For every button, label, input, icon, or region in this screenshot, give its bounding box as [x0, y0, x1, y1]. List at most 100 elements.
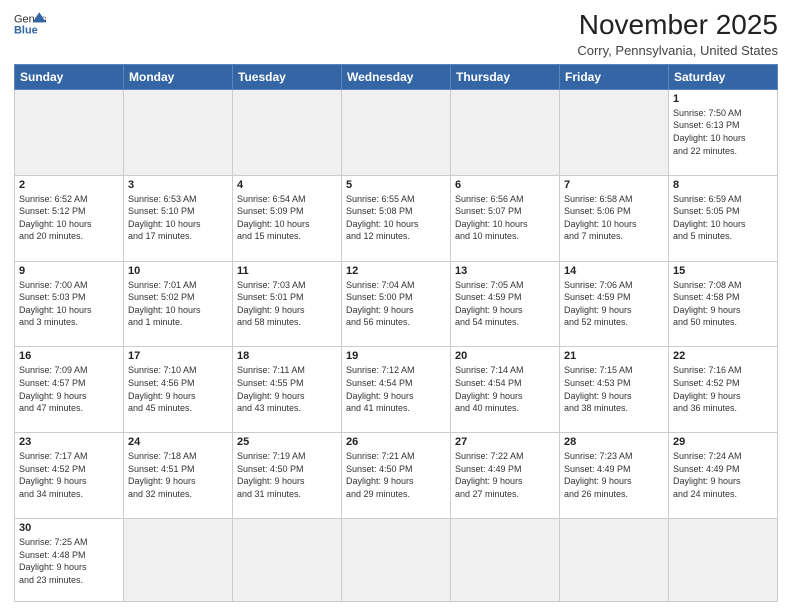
day-number: 2: [19, 179, 119, 191]
calendar-cell: [233, 519, 342, 602]
calendar-week-row: 16 Sunrise: 7:09 AM Sunset: 4:57 PM Dayli…: [15, 347, 778, 433]
calendar-cell: 30 Sunrise: 7:25 AM Sunset: 4:48 PM Dayli…: [15, 519, 124, 602]
calendar-cell: 9 Sunrise: 7:00 AM Sunset: 5:03 PM Daylig…: [15, 261, 124, 347]
calendar-header-friday: Friday: [560, 64, 669, 89]
day-info: Sunrise: 6:52 AM Sunset: 5:12 PM Dayligh…: [19, 193, 119, 243]
day-info: Sunrise: 7:15 AM Sunset: 4:53 PM Dayligh…: [564, 364, 664, 414]
day-number: 21: [564, 350, 664, 362]
day-number: 9: [19, 265, 119, 277]
calendar-cell: [560, 89, 669, 175]
day-number: 22: [673, 350, 773, 362]
day-info: Sunrise: 7:03 AM Sunset: 5:01 PM Dayligh…: [237, 279, 337, 329]
calendar-cell: 13 Sunrise: 7:05 AM Sunset: 4:59 PM Dayli…: [451, 261, 560, 347]
day-info: Sunrise: 7:05 AM Sunset: 4:59 PM Dayligh…: [455, 279, 555, 329]
calendar-cell: 21 Sunrise: 7:15 AM Sunset: 4:53 PM Dayli…: [560, 347, 669, 433]
calendar-cell: 7 Sunrise: 6:58 AM Sunset: 5:06 PM Daylig…: [560, 175, 669, 261]
calendar-cell: [15, 89, 124, 175]
logo: General Blue: [14, 10, 46, 38]
generalblue-logo-icon: General Blue: [14, 10, 46, 38]
calendar-cell: [560, 519, 669, 602]
day-number: 18: [237, 350, 337, 362]
day-number: 29: [673, 436, 773, 448]
day-number: 27: [455, 436, 555, 448]
calendar-week-row: 23 Sunrise: 7:17 AM Sunset: 4:52 PM Dayli…: [15, 433, 778, 519]
day-number: 23: [19, 436, 119, 448]
day-info: Sunrise: 7:18 AM Sunset: 4:51 PM Dayligh…: [128, 450, 228, 500]
calendar-cell: 5 Sunrise: 6:55 AM Sunset: 5:08 PM Daylig…: [342, 175, 451, 261]
day-info: Sunrise: 7:00 AM Sunset: 5:03 PM Dayligh…: [19, 279, 119, 329]
day-info: Sunrise: 7:22 AM Sunset: 4:49 PM Dayligh…: [455, 450, 555, 500]
calendar-cell: 24 Sunrise: 7:18 AM Sunset: 4:51 PM Dayli…: [124, 433, 233, 519]
calendar-week-row: 2 Sunrise: 6:52 AM Sunset: 5:12 PM Daylig…: [15, 175, 778, 261]
day-info: Sunrise: 6:56 AM Sunset: 5:07 PM Dayligh…: [455, 193, 555, 243]
day-number: 20: [455, 350, 555, 362]
calendar-cell: 20Sunrise: 7:14 AM Sunset: 4:54 PM Dayli…: [451, 347, 560, 433]
calendar-cell: [233, 89, 342, 175]
day-info: Sunrise: 7:04 AM Sunset: 5:00 PM Dayligh…: [346, 279, 446, 329]
header: General Blue November 2025 Corry, Pennsy…: [14, 10, 778, 58]
day-number: 3: [128, 179, 228, 191]
day-number: 7: [564, 179, 664, 191]
day-number: 16: [19, 350, 119, 362]
day-number: 15: [673, 265, 773, 277]
calendar-cell: [451, 89, 560, 175]
calendar-cell: 19 Sunrise: 7:12 AM Sunset: 4:54 PM Dayli…: [342, 347, 451, 433]
calendar-week-row: 1Sunrise: 7:50 AM Sunset: 6:13 PM Daylig…: [15, 89, 778, 175]
day-info: Sunrise: 7:11 AM Sunset: 4:55 PM Dayligh…: [237, 364, 337, 414]
calendar-cell: 26 Sunrise: 7:21 AM Sunset: 4:50 PM Dayli…: [342, 433, 451, 519]
calendar-cell: 27 Sunrise: 7:22 AM Sunset: 4:49 PM Dayli…: [451, 433, 560, 519]
day-info: Sunrise: 7:25 AM Sunset: 4:48 PM Dayligh…: [19, 536, 119, 586]
calendar-cell: 2 Sunrise: 6:52 AM Sunset: 5:12 PM Daylig…: [15, 175, 124, 261]
calendar-cell: 16 Sunrise: 7:09 AM Sunset: 4:57 PM Dayli…: [15, 347, 124, 433]
day-info: Sunrise: 7:12 AM Sunset: 4:54 PM Dayligh…: [346, 364, 446, 414]
day-number: 19: [346, 350, 446, 362]
calendar-cell: [124, 89, 233, 175]
day-info: Sunrise: 6:58 AM Sunset: 5:06 PM Dayligh…: [564, 193, 664, 243]
day-info: Sunrise: 7:09 AM Sunset: 4:57 PM Dayligh…: [19, 364, 119, 414]
day-number: 6: [455, 179, 555, 191]
day-info: Sunrise: 7:01 AM Sunset: 5:02 PM Dayligh…: [128, 279, 228, 329]
calendar-cell: 11Sunrise: 7:03 AM Sunset: 5:01 PM Dayli…: [233, 261, 342, 347]
day-number: 17: [128, 350, 228, 362]
calendar-cell: 6 Sunrise: 6:56 AM Sunset: 5:07 PM Daylig…: [451, 175, 560, 261]
page: General Blue November 2025 Corry, Pennsy…: [0, 0, 792, 612]
day-number: 4: [237, 179, 337, 191]
day-info: Sunrise: 7:06 AM Sunset: 4:59 PM Dayligh…: [564, 279, 664, 329]
calendar-cell: 4 Sunrise: 6:54 AM Sunset: 5:09 PM Daylig…: [233, 175, 342, 261]
day-number: 30: [19, 522, 119, 534]
calendar-header-thursday: Thursday: [451, 64, 560, 89]
day-info: Sunrise: 7:16 AM Sunset: 4:52 PM Dayligh…: [673, 364, 773, 414]
day-info: Sunrise: 7:19 AM Sunset: 4:50 PM Dayligh…: [237, 450, 337, 500]
day-number: 26: [346, 436, 446, 448]
calendar-cell: 14 Sunrise: 7:06 AM Sunset: 4:59 PM Dayli…: [560, 261, 669, 347]
calendar-cell: 23 Sunrise: 7:17 AM Sunset: 4:52 PM Dayli…: [15, 433, 124, 519]
calendar-header-row: SundayMondayTuesdayWednesdayThursdayFrid…: [15, 64, 778, 89]
calendar-cell: 15Sunrise: 7:08 AM Sunset: 4:58 PM Dayli…: [669, 261, 778, 347]
day-info: Sunrise: 6:55 AM Sunset: 5:08 PM Dayligh…: [346, 193, 446, 243]
calendar-cell: [669, 519, 778, 602]
day-number: 13: [455, 265, 555, 277]
day-number: 14: [564, 265, 664, 277]
day-info: Sunrise: 6:54 AM Sunset: 5:09 PM Dayligh…: [237, 193, 337, 243]
day-number: 25: [237, 436, 337, 448]
calendar-cell: 3Sunrise: 6:53 AM Sunset: 5:10 PM Daylig…: [124, 175, 233, 261]
day-info: Sunrise: 7:50 AM Sunset: 6:13 PM Dayligh…: [673, 107, 773, 157]
calendar-header-tuesday: Tuesday: [233, 64, 342, 89]
calendar-cell: 10 Sunrise: 7:01 AM Sunset: 5:02 PM Dayli…: [124, 261, 233, 347]
day-number: 5: [346, 179, 446, 191]
calendar-cell: 28 Sunrise: 7:23 AM Sunset: 4:49 PM Dayli…: [560, 433, 669, 519]
day-info: Sunrise: 7:10 AM Sunset: 4:56 PM Dayligh…: [128, 364, 228, 414]
day-number: 28: [564, 436, 664, 448]
day-info: Sunrise: 7:17 AM Sunset: 4:52 PM Dayligh…: [19, 450, 119, 500]
calendar-cell: 8Sunrise: 6:59 AM Sunset: 5:05 PM Daylig…: [669, 175, 778, 261]
day-info: Sunrise: 7:23 AM Sunset: 4:49 PM Dayligh…: [564, 450, 664, 500]
day-number: 24: [128, 436, 228, 448]
calendar-header-sunday: Sunday: [15, 64, 124, 89]
calendar-cell: 29Sunrise: 7:24 AM Sunset: 4:49 PM Dayli…: [669, 433, 778, 519]
day-number: 8: [673, 179, 773, 191]
calendar-cell: [451, 519, 560, 602]
calendar-cell: [342, 89, 451, 175]
subtitle: Corry, Pennsylvania, United States: [577, 43, 778, 58]
day-number: 10: [128, 265, 228, 277]
day-info: Sunrise: 7:21 AM Sunset: 4:50 PM Dayligh…: [346, 450, 446, 500]
